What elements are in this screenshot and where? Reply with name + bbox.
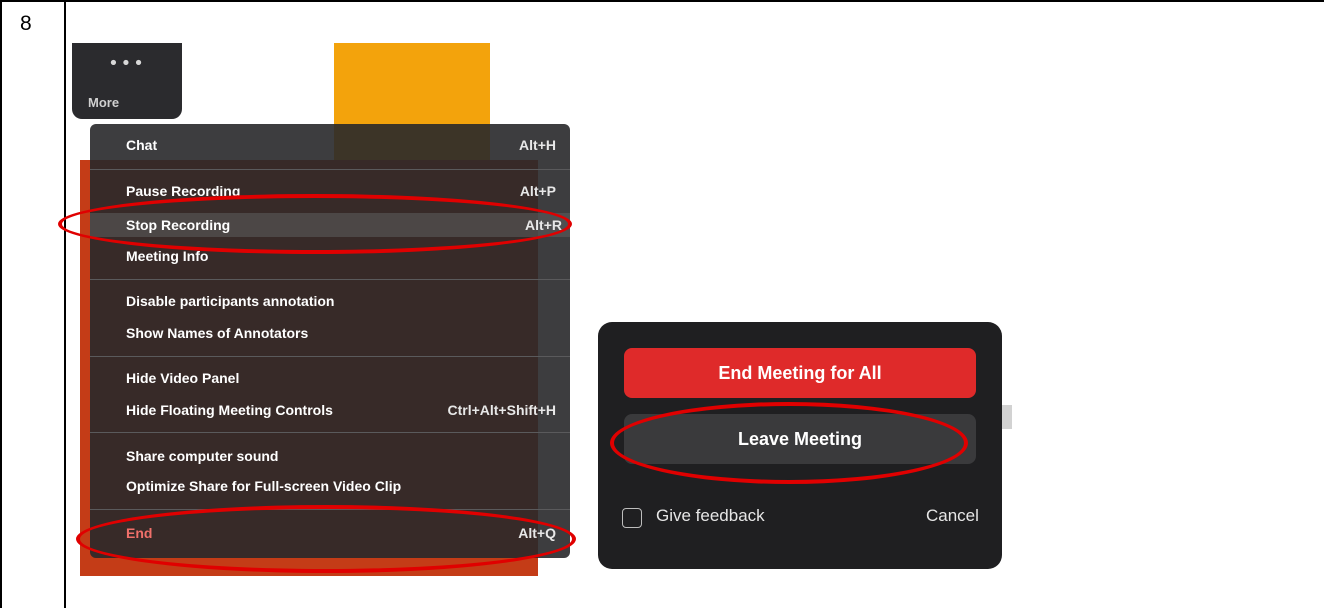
menu-item-shortcut: Alt+P [519,183,556,199]
menu-item-optimize-share[interactable]: Optimize Share for Full-screen Video Cli… [126,474,556,498]
menu-item-share-sound[interactable]: Share computer sound [126,444,556,468]
menu-separator [90,356,570,357]
more-menu: Chat Alt+H Pause Recording Alt+P Stop Re… [90,124,570,558]
menu-item-shortcut: Alt+H [519,137,556,153]
menu-item-hide-video-panel[interactable]: Hide Video Panel [126,366,556,390]
background-divider [1002,405,1012,429]
table-border-left [0,0,2,608]
menu-item-shortcut: Ctrl+Alt+Shift+H [447,402,556,418]
menu-separator [90,432,570,433]
annotation-ellipse-end [76,505,576,573]
menu-item-label: Hide Floating Meeting Controls [126,402,333,418]
menu-item-disable-annotation[interactable]: Disable participants annotation [126,289,556,313]
menu-item-chat[interactable]: Chat Alt+H [126,133,556,157]
more-button[interactable]: ••• More [72,43,182,119]
give-feedback-label[interactable]: Give feedback [656,506,765,526]
menu-item-show-annotators[interactable]: Show Names of Annotators [126,321,556,345]
give-feedback-checkbox[interactable] [622,508,642,528]
more-label: More [88,95,120,110]
menu-item-label: Optimize Share for Full-screen Video Cli… [126,478,402,494]
more-dots-icon: ••• [108,53,146,74]
menu-item-label: Show Names of Annotators [126,325,309,341]
menu-item-label: Share computer sound [126,448,279,464]
cancel-button[interactable]: Cancel [926,506,979,526]
table-column-divider [64,0,66,608]
annotation-ellipse-leave-meeting [610,402,968,484]
menu-item-label: Disable participants annotation [126,293,335,309]
menu-separator [90,279,570,280]
end-meeting-for-all-button[interactable]: End Meeting for All [624,348,976,398]
annotation-ellipse-stop-recording [58,194,572,254]
menu-item-label: Chat [126,137,158,153]
table-border-top [0,0,1324,2]
menu-item-hide-floating-controls[interactable]: Hide Floating Meeting Controls Ctrl+Alt+… [126,398,556,422]
step-number: 8 [20,12,32,35]
menu-separator [90,169,570,170]
menu-item-label: Hide Video Panel [126,370,240,386]
